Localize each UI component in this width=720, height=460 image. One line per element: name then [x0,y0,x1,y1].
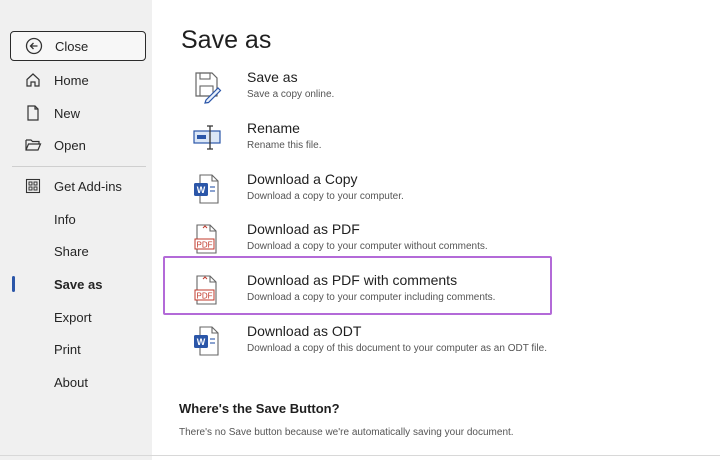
sidebar: Close Home New Open Get Add-ins Info Sha… [0,0,152,460]
option-description: Rename this file. [247,140,322,151]
sidebar-item-label: Info [54,211,76,227]
option-description: Save a copy online. [247,89,335,100]
sidebar-item-export[interactable]: Export [10,302,146,332]
option-download-odt[interactable]: W Download as ODT Download a copy of thi… [180,320,600,366]
sidebar-item-label: Open [54,137,86,153]
sidebar-item-label: About [54,374,88,390]
option-title: Rename [247,120,300,136]
option-description: Download a copy of this document to your… [247,343,547,354]
bottom-divider [0,455,720,456]
grid-icon [22,175,44,197]
option-description: Download a copy to your computer without… [247,241,488,252]
option-rename[interactable]: Rename Rename this file. [180,117,600,163]
option-description: Download a copy to your computer. [247,191,404,202]
close-button[interactable]: Close [10,31,146,61]
save-info-text: There's no Save button because we're aut… [179,427,514,438]
sidebar-item-open[interactable]: Open [10,130,146,160]
sidebar-item-print[interactable]: Print [10,334,146,364]
folder-open-icon [22,134,44,156]
option-title: Download a Copy [247,171,358,187]
close-label: Close [55,38,89,54]
home-icon [22,69,44,91]
sidebar-item-label: Home [54,72,89,88]
pdf-icon: PDF [192,222,222,256]
option-description: Download a copy to your computer includi… [247,292,496,303]
sidebar-item-label: Get Add-ins [54,178,122,194]
sidebar-item-label: New [54,105,81,121]
pdf-icon: PDF [192,273,222,307]
option-title: Download as PDF with comments [247,272,458,288]
sidebar-item-get-add-ins[interactable]: Get Add-ins [10,171,146,201]
sidebar-item-save-as[interactable]: Save as [10,269,146,299]
option-download-pdf-with-comments[interactable]: PDF Download as PDF with comments Downlo… [180,269,600,315]
option-title: Download as ODT [247,323,362,339]
option-title: Download as PDF [247,221,360,237]
pdf-badge-text: PDF [197,241,213,250]
word-document-icon: W [192,324,222,358]
option-title: Save as [247,69,298,85]
sidebar-item-share[interactable]: Share [10,236,146,266]
back-arrow-icon [23,35,45,57]
sidebar-item-about[interactable]: About [10,367,146,397]
sidebar-item-label: Export [54,309,92,325]
option-download-copy[interactable]: W Download a Copy Download a copy to you… [180,168,600,214]
sidebar-item-label: Save as [54,276,103,292]
sidebar-item-label: Share [54,243,89,259]
option-save-as[interactable]: Save as Save a copy online. [180,66,600,112]
page-title: Save as [181,26,272,54]
sidebar-item-new[interactable]: New [10,98,146,128]
svg-text:W: W [197,337,206,347]
rename-icon [192,121,222,155]
svg-text:W: W [197,185,206,195]
new-document-icon [22,102,44,124]
sidebar-item-label: Print [54,341,81,357]
pdf-badge-text: PDF [197,292,213,301]
sidebar-item-home[interactable]: Home [10,65,146,95]
sidebar-item-info[interactable]: Info [10,204,146,234]
sidebar-divider [12,166,146,167]
save-info-heading: Where's the Save Button? [179,401,340,416]
save-as-icon [192,70,222,104]
word-document-icon: W [192,172,222,206]
